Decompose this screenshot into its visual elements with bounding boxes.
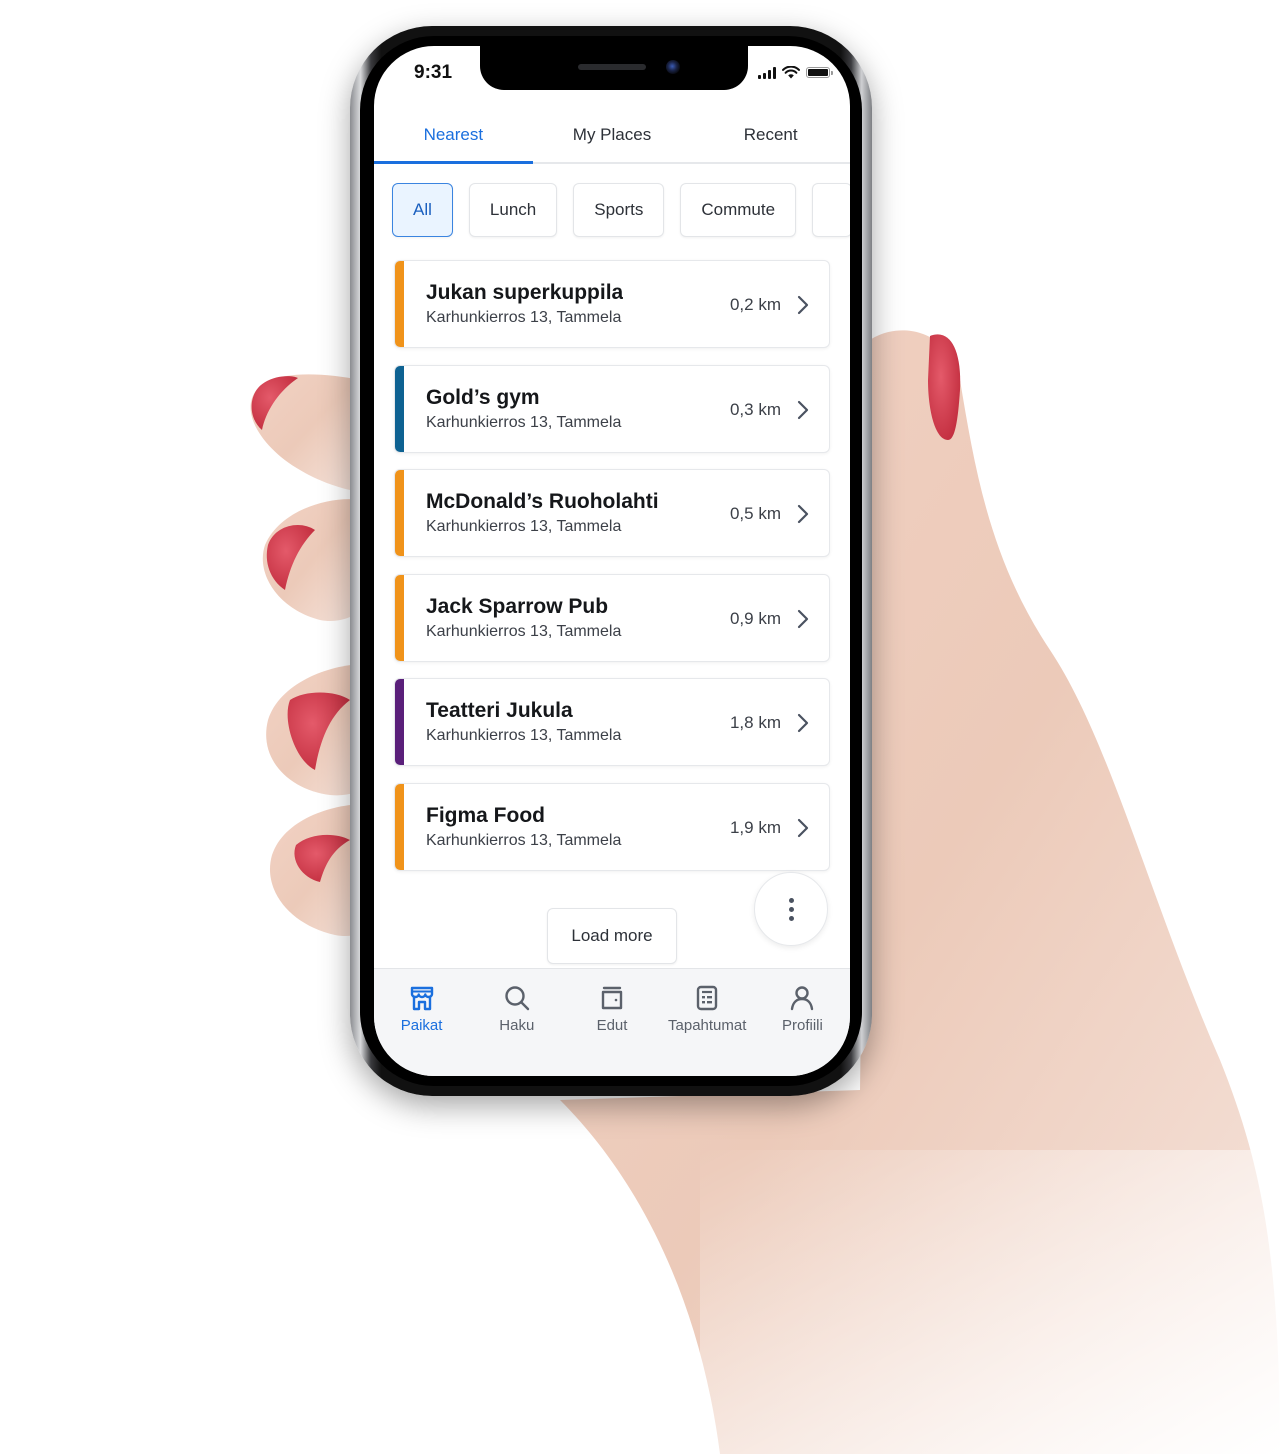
nav-label: Edut xyxy=(596,1017,628,1034)
filter-chip-commute[interactable]: Commute xyxy=(680,183,797,237)
filter-chip-lunch[interactable]: Lunch xyxy=(468,183,558,237)
category-color-bar xyxy=(395,261,404,347)
nav-item-edut[interactable]: Edut xyxy=(564,969,659,1076)
place-address: Karhunkierros 13, Tammela xyxy=(426,413,622,431)
wallet-icon xyxy=(601,986,623,1010)
tab-bar: Nearest My Places Recent xyxy=(374,116,850,164)
store-icon xyxy=(410,986,433,1011)
filter-chip-sports[interactable]: Sports xyxy=(573,183,665,237)
camera xyxy=(666,60,680,74)
filter-chip-all[interactable]: All xyxy=(392,183,453,237)
app-screen: 9:31 Nearest My Places Recent All Lunch … xyxy=(374,46,850,1076)
user-icon xyxy=(791,986,814,1011)
place-distance: 0,5 km xyxy=(729,504,781,523)
wifi-icon xyxy=(782,66,800,79)
category-color-bar xyxy=(395,574,404,661)
place-name: Jack Sparrow Pub xyxy=(426,594,609,618)
battery-icon xyxy=(806,67,833,78)
place-name: Jukan superkuppila xyxy=(426,281,624,304)
place-distance: 0,9 km xyxy=(729,608,781,628)
place-name: Teatteri Jukula xyxy=(426,699,573,722)
nav-item-profiili[interactable]: Profiili xyxy=(755,969,850,1076)
signal-icon xyxy=(758,66,776,79)
filter-chips: All Lunch Sports Commute xyxy=(392,183,850,237)
category-color-bar xyxy=(395,783,404,870)
notch xyxy=(480,46,748,90)
place-card[interactable]: McDonald’s Ruoholahti Karhunkierros 13, … xyxy=(394,469,830,557)
places-list: Jukan superkuppila Karhunkierros 13, Tam… xyxy=(394,260,830,887)
category-color-bar xyxy=(395,679,404,765)
category-color-bar xyxy=(395,365,404,452)
chevron-right-icon xyxy=(797,713,809,733)
tab-nearest[interactable]: Nearest xyxy=(374,116,533,164)
filter-chip-more[interactable] xyxy=(812,183,850,237)
place-address: Karhunkierros 13, Tammela xyxy=(426,727,622,744)
phone-frame: 9:31 Nearest My Places Recent All Lunch … xyxy=(350,26,872,1096)
nav-label: Paikat xyxy=(400,1017,443,1034)
place-address: Karhunkierros 13, Tammela xyxy=(426,518,622,535)
search-icon xyxy=(505,986,529,1011)
category-color-bar xyxy=(395,470,404,556)
nav-item-paikat[interactable]: Paikat xyxy=(374,969,469,1076)
calculator-icon xyxy=(697,985,718,1011)
chevron-right-icon xyxy=(797,295,809,315)
chevron-right-icon xyxy=(797,400,809,419)
place-card[interactable]: Jukan superkuppila Karhunkierros 13, Tam… xyxy=(394,260,830,348)
tab-my-places[interactable]: My Places xyxy=(533,116,692,162)
status-icons xyxy=(758,66,833,79)
more-options-button[interactable] xyxy=(754,872,828,946)
place-address: Karhunkierros 13, Tammela xyxy=(426,622,622,640)
chevron-right-icon xyxy=(797,609,809,628)
place-name: Gold’s gym xyxy=(426,385,540,409)
nav-label: Tapahtumat xyxy=(668,1017,747,1034)
tab-recent[interactable]: Recent xyxy=(691,116,850,162)
nav-label: Haku xyxy=(499,1017,535,1034)
place-address: Karhunkierros 13, Tammela xyxy=(426,831,622,849)
place-distance: 1,9 km xyxy=(729,817,781,837)
nav-item-tapahtumat[interactable]: Tapahtumat xyxy=(660,969,755,1076)
place-card[interactable]: Gold’s gym Karhunkierros 13, Tammela 0,3… xyxy=(394,364,830,453)
speaker xyxy=(578,64,646,70)
chevron-right-icon xyxy=(797,504,809,524)
bottom-nav: Paikat Haku Edut Tapahtumat Profiili xyxy=(374,968,850,1076)
place-name: Figma Food xyxy=(426,803,545,827)
place-address: Karhunkierros 13, Tammela xyxy=(426,309,622,326)
place-card[interactable]: Figma Food Karhunkierros 13, Tammela 1,9… xyxy=(394,782,830,871)
place-name: McDonald’s Ruoholahti xyxy=(426,490,659,513)
nav-item-haku[interactable]: Haku xyxy=(469,969,564,1076)
place-distance: 0,3 km xyxy=(729,399,781,419)
chevron-right-icon xyxy=(797,818,809,837)
status-time: 9:31 xyxy=(414,62,453,83)
place-distance: 1,8 km xyxy=(729,713,781,732)
more-vertical-icon xyxy=(788,897,794,921)
nav-label: Profiili xyxy=(781,1017,823,1034)
place-card[interactable]: Jack Sparrow Pub Karhunkierros 13, Tamme… xyxy=(394,573,830,662)
load-more-button[interactable]: Load more xyxy=(547,908,677,964)
place-card[interactable]: Teatteri Jukula Karhunkierros 13, Tammel… xyxy=(394,678,830,766)
place-distance: 0,2 km xyxy=(729,295,781,314)
